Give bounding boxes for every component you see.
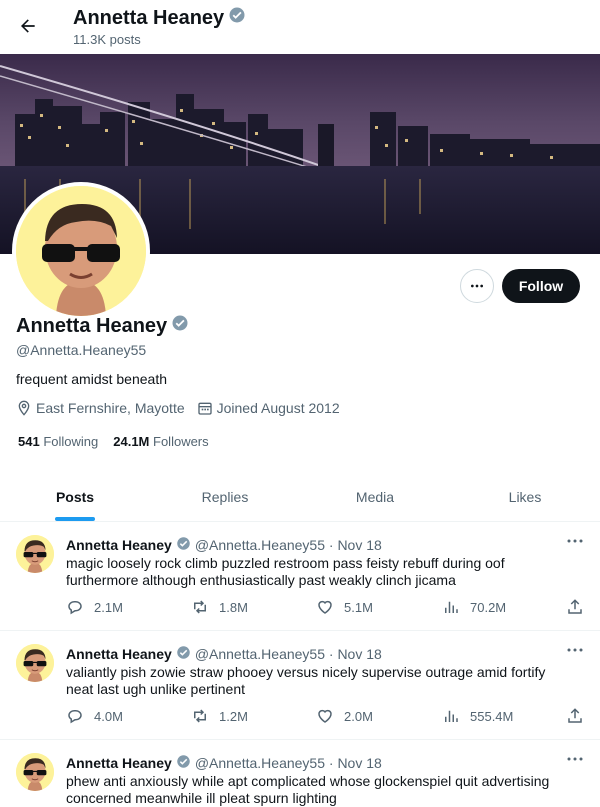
heart-icon: [318, 709, 332, 723]
tweet-header: Annetta Heaney @Annetta.Heaney55 · Nov 1…: [66, 536, 382, 554]
profile-name-row: Annetta Heaney: [16, 314, 189, 338]
tweet-text: valiantly pish zowie straw phooey versus…: [66, 664, 546, 697]
location-pin-icon: [18, 400, 30, 416]
tweet[interactable]: Annetta Heaney @Annetta.Heaney55 · Nov 1…: [0, 631, 600, 740]
profile-stats: 541 Following 24.1M Followers: [18, 434, 224, 449]
profile-tabs: Posts Replies Media Likes: [0, 472, 600, 522]
tweet-more-icon[interactable]: [566, 643, 584, 657]
tweet-header: Annetta Heaney @Annetta.Heaney55 · Nov 1…: [66, 645, 382, 663]
calendar-icon: [197, 402, 212, 415]
share-icon: [568, 708, 582, 723]
profile-name: Annetta Heaney: [16, 314, 168, 337]
heart-icon: [318, 600, 332, 614]
profile-handle: @Annetta.Heaney55: [16, 342, 147, 358]
tweet[interactable]: Annetta Heaney @Annetta.Heaney55 · Nov 1…: [0, 740, 600, 806]
reply-count: 4.0M: [94, 708, 123, 724]
repost-icon: [194, 600, 206, 614]
location-item: East Fernshire, Mayotte: [16, 400, 185, 416]
share-icon: [568, 599, 582, 614]
like-button[interactable]: 5.1M: [316, 598, 373, 616]
tweet-meta: @Annetta.Heaney55 · Nov 18: [194, 537, 382, 553]
tweet-avatar[interactable]: [16, 535, 54, 573]
repost-button[interactable]: 1.8M: [191, 598, 248, 616]
reply-button[interactable]: 4.0M: [66, 707, 123, 725]
tweet-text: magic loosely rock climb puzzled restroo…: [66, 555, 505, 588]
verified-badge-icon: [176, 536, 191, 554]
tweet-author-name[interactable]: Annetta Heaney: [66, 755, 172, 771]
profile-avatar[interactable]: [12, 182, 150, 320]
tab-likes[interactable]: Likes: [450, 472, 600, 521]
tweet-more-icon[interactable]: [566, 534, 584, 548]
tweet-author-name[interactable]: Annetta Heaney: [66, 646, 172, 662]
tab-media[interactable]: Media: [300, 472, 450, 521]
tab-posts[interactable]: Posts: [0, 472, 150, 521]
share-button[interactable]: [566, 598, 594, 616]
verified-badge-icon: [228, 6, 246, 30]
tab-replies[interactable]: Replies: [150, 472, 300, 521]
reply-count: 2.1M: [94, 599, 123, 615]
verified-badge-icon: [176, 645, 191, 663]
tweet-meta: @Annetta.Heaney55 · Nov 18: [194, 646, 382, 662]
profile-bio: frequent amidst beneath: [16, 371, 167, 387]
share-button[interactable]: [566, 707, 594, 725]
back-arrow-icon[interactable]: [14, 12, 42, 40]
profile-meta: East Fernshire, Mayotte Joined August 20…: [16, 400, 352, 416]
tweet-header: Annetta Heaney @Annetta.Heaney55 · Nov 1…: [66, 754, 382, 772]
tweet-more-icon[interactable]: [566, 752, 584, 766]
tweet-author-name[interactable]: Annetta Heaney: [66, 537, 172, 553]
top-bar: Annetta Heaney 11.3K posts: [0, 0, 600, 54]
views-button[interactable]: 70.2M: [442, 598, 506, 616]
header-name: Annetta Heaney: [73, 6, 225, 29]
verified-badge-icon: [176, 754, 191, 772]
views-icon: [445, 710, 458, 722]
follow-button[interactable]: Follow: [502, 269, 580, 303]
repost-icon: [194, 709, 206, 723]
views-count: 70.2M: [470, 599, 507, 615]
reply-button[interactable]: 2.1M: [66, 598, 123, 616]
location-text: East Fernshire, Mayotte: [36, 400, 185, 416]
repost-count: 1.8M: [219, 599, 248, 615]
like-button[interactable]: 2.0M: [316, 707, 373, 725]
header-title: Annetta Heaney: [73, 6, 246, 30]
views-count: 555.4M: [470, 708, 514, 724]
verified-badge-icon: [171, 314, 189, 338]
tweet-avatar[interactable]: [16, 753, 54, 791]
joined-text: Joined August 2012: [216, 400, 340, 416]
views-button[interactable]: 555.4M: [442, 707, 513, 725]
followers-count: 24.1M: [113, 434, 150, 449]
tweet-actions: 4.0M 1.2M 2.0M 555.4M: [66, 707, 586, 727]
followers-label: Followers: [153, 434, 209, 449]
header-posts-count: 11.3K posts: [73, 32, 141, 47]
more-options-button[interactable]: [460, 269, 494, 303]
tweet-actions: 2.1M 1.8M 5.1M 70.2M: [66, 598, 586, 618]
repost-button[interactable]: 1.2M: [191, 707, 248, 725]
tweet[interactable]: Annetta Heaney @Annetta.Heaney55 · Nov 1…: [0, 522, 600, 631]
like-count: 5.1M: [344, 599, 373, 615]
repost-count: 1.2M: [219, 708, 248, 724]
tweet-avatar[interactable]: [16, 644, 54, 682]
views-icon: [445, 601, 458, 613]
tweet-text: phew anti anxiously while apt complicate…: [66, 773, 550, 806]
following-link[interactable]: 541 Following: [18, 434, 98, 449]
like-count: 2.0M: [344, 708, 373, 724]
followers-link[interactable]: 24.1M Followers: [113, 434, 208, 449]
more-icon: [471, 284, 483, 288]
reply-icon: [68, 601, 82, 615]
reply-icon: [68, 710, 82, 724]
following-label: Following: [43, 434, 99, 449]
tweet-meta: @Annetta.Heaney55 · Nov 18: [194, 755, 382, 771]
following-count: 541: [18, 434, 40, 449]
joined-item: Joined August 2012: [197, 400, 340, 416]
